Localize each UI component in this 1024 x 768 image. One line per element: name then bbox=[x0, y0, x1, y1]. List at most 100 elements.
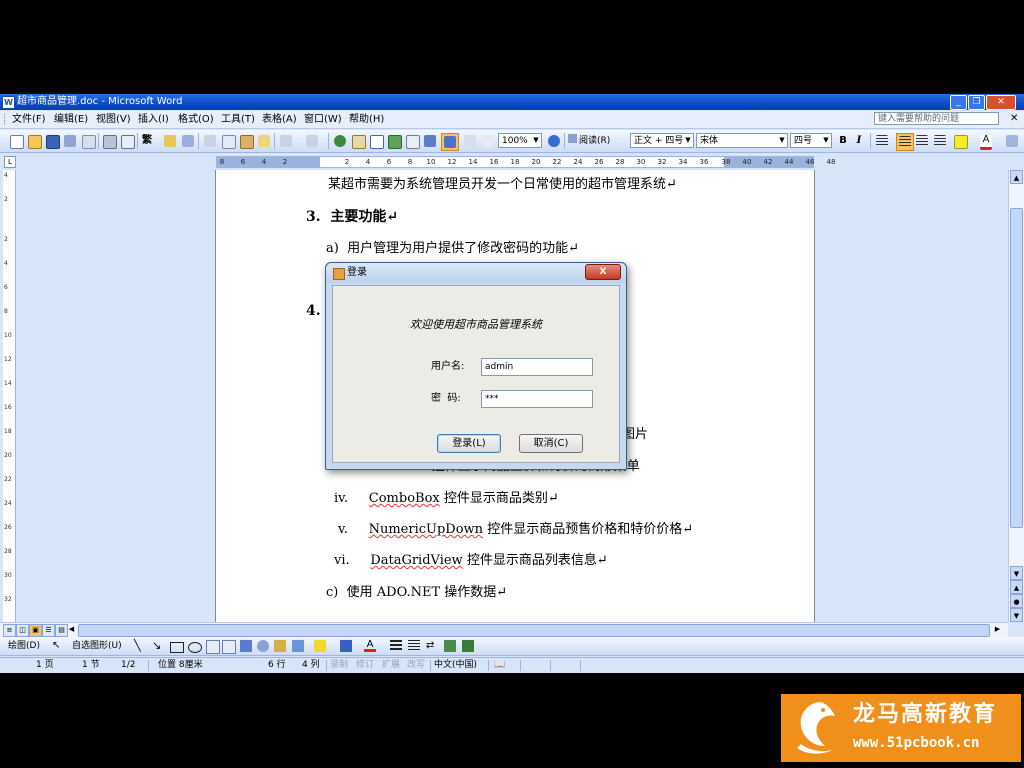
arrow-style-icon[interactable]: ⇄ bbox=[426, 640, 438, 652]
prev-page-icon[interactable]: ▲ bbox=[1010, 580, 1023, 594]
document-map-icon[interactable] bbox=[441, 133, 459, 151]
wordart-icon[interactable] bbox=[240, 640, 252, 652]
copy-icon[interactable] bbox=[220, 133, 236, 149]
browse-object-icon[interactable]: ● bbox=[1010, 594, 1023, 608]
menu-tools[interactable]: 工具(T) bbox=[221, 113, 255, 126]
help-search-input[interactable]: 键入需要帮助的问题 bbox=[874, 112, 999, 125]
restore-button[interactable]: ❐ bbox=[968, 95, 985, 110]
email-icon[interactable] bbox=[80, 133, 96, 149]
open-icon[interactable] bbox=[26, 133, 42, 149]
line-color-icon[interactable] bbox=[340, 640, 352, 652]
menu-grip[interactable] bbox=[4, 114, 7, 125]
cancel-button[interactable]: 取消(C) bbox=[519, 434, 583, 453]
3d-style-icon[interactable] bbox=[462, 640, 474, 652]
paste-icon[interactable] bbox=[238, 133, 254, 149]
menu-view[interactable]: 视图(V) bbox=[96, 113, 131, 126]
italic-button[interactable]: I bbox=[852, 133, 866, 149]
tables-borders-icon[interactable] bbox=[350, 133, 366, 149]
bullets-icon[interactable] bbox=[914, 133, 930, 149]
tab-selector[interactable]: L bbox=[4, 156, 16, 168]
chevron-down-icon[interactable]: ▼ bbox=[777, 134, 787, 147]
print-icon[interactable] bbox=[101, 133, 117, 149]
print-preview-icon[interactable] bbox=[119, 133, 135, 149]
picture-icon[interactable] bbox=[292, 640, 304, 652]
scroll-thumb[interactable] bbox=[1010, 208, 1023, 528]
toolbar-options-icon[interactable] bbox=[1004, 133, 1020, 149]
help-icon[interactable] bbox=[546, 133, 562, 149]
shadow-style-icon[interactable] bbox=[444, 640, 456, 652]
menu-help[interactable]: 帮助(H) bbox=[349, 113, 384, 126]
status-trk[interactable]: 修订 bbox=[356, 659, 374, 672]
horizontal-scroll-thumb[interactable] bbox=[78, 624, 990, 637]
undo-icon[interactable] bbox=[278, 133, 294, 149]
spelling-icon[interactable] bbox=[162, 133, 178, 149]
oval-icon[interactable] bbox=[188, 642, 202, 653]
vertical-scrollbar[interactable]: ▲ ▼ ▲ ● ▼ bbox=[1008, 170, 1024, 622]
numbering-icon[interactable] bbox=[896, 133, 914, 151]
close-button[interactable]: ✕ bbox=[986, 95, 1016, 110]
cut-icon[interactable] bbox=[202, 133, 218, 149]
document-close-icon[interactable]: ✕ bbox=[1010, 113, 1018, 124]
username-input[interactable]: admin bbox=[481, 358, 593, 376]
format-painter-icon[interactable] bbox=[256, 133, 272, 149]
diagram-icon[interactable] bbox=[257, 640, 269, 652]
font-select[interactable]: 宋体 ▼ bbox=[696, 133, 788, 148]
zoom-select[interactable]: 100% ▼ bbox=[498, 133, 542, 148]
chevron-down-icon[interactable]: ▼ bbox=[683, 134, 693, 147]
status-ext[interactable]: 扩展 bbox=[382, 659, 400, 672]
highlight-icon[interactable] bbox=[952, 133, 968, 149]
new-icon[interactable] bbox=[8, 133, 24, 149]
research-icon[interactable] bbox=[180, 133, 196, 149]
arrow-icon[interactable]: ↘ bbox=[152, 640, 164, 652]
menu-file[interactable]: 文件(F) bbox=[12, 113, 46, 126]
next-page-icon[interactable]: ▼ bbox=[1010, 608, 1023, 622]
insert-table-icon[interactable] bbox=[368, 133, 384, 149]
bold-button[interactable]: B bbox=[836, 133, 850, 149]
scroll-up-icon[interactable]: ▲ bbox=[1010, 170, 1023, 184]
spelling-status-icon[interactable]: 📖 bbox=[494, 659, 505, 672]
menu-insert[interactable]: 插入(I) bbox=[138, 113, 169, 126]
dialog-close-button[interactable]: X bbox=[585, 264, 621, 280]
dash-style-icon[interactable] bbox=[408, 640, 420, 652]
align-justify-icon[interactable] bbox=[874, 133, 890, 149]
menu-edit[interactable]: 编辑(E) bbox=[54, 113, 88, 126]
style-select[interactable]: 正文 + 四号 ▼ bbox=[630, 133, 694, 148]
columns-icon[interactable] bbox=[404, 133, 420, 149]
indent-icon[interactable] bbox=[932, 133, 948, 149]
draw-menu[interactable]: 绘图(D) bbox=[8, 640, 40, 652]
password-input[interactable]: *** bbox=[481, 390, 593, 408]
redo-icon[interactable] bbox=[304, 133, 320, 149]
normal-view-icon[interactable]: ≡ bbox=[3, 624, 16, 637]
chevron-down-icon[interactable]: ▼ bbox=[531, 134, 541, 147]
vertical-textbox-icon[interactable] bbox=[222, 640, 236, 654]
textbox-icon[interactable] bbox=[206, 640, 220, 654]
select-objects-icon[interactable]: ↖ bbox=[52, 640, 64, 652]
ruler-strip[interactable]: 8 6 4 2 2 4 6 8 10 12 14 16 18 20 22 24 … bbox=[216, 156, 835, 168]
traditional-chinese-button[interactable]: 繁 bbox=[140, 133, 154, 149]
login-button[interactable]: 登录(L) bbox=[437, 434, 501, 453]
print-view-icon[interactable]: ▣ bbox=[29, 624, 42, 637]
font-color-icon[interactable]: A bbox=[364, 640, 376, 652]
drawing-icon[interactable] bbox=[422, 133, 438, 149]
clipart-icon[interactable] bbox=[274, 640, 286, 652]
insert-excel-icon[interactable] bbox=[386, 133, 402, 149]
scroll-right-icon[interactable]: ▶ bbox=[992, 624, 1003, 635]
font-size-select[interactable]: 四号 ▼ bbox=[790, 133, 832, 148]
paragraph-mark-icon[interactable] bbox=[480, 133, 496, 149]
outline-view-icon[interactable]: ☰ bbox=[42, 624, 55, 637]
permission-icon[interactable] bbox=[62, 133, 78, 149]
hyperlink-icon[interactable] bbox=[332, 133, 348, 149]
font-color-icon[interactable]: A bbox=[978, 133, 994, 150]
status-language[interactable]: 中文(中国) bbox=[434, 659, 477, 672]
menu-format[interactable]: 格式(O) bbox=[178, 113, 214, 126]
save-icon[interactable] bbox=[44, 133, 60, 149]
web-view-icon[interactable]: ◫ bbox=[16, 624, 29, 637]
menu-table[interactable]: 表格(A) bbox=[262, 113, 297, 126]
scroll-down-icon[interactable]: ▼ bbox=[1010, 566, 1023, 580]
show-hide-icon[interactable] bbox=[462, 133, 478, 149]
autoshapes-menu[interactable]: 自选图形(U) bbox=[72, 640, 122, 652]
read-mode-button[interactable]: 阅读(R) bbox=[568, 134, 610, 148]
status-rec[interactable]: 录制 bbox=[330, 659, 348, 672]
word-doc-icon[interactable]: W bbox=[2, 96, 15, 109]
rectangle-icon[interactable] bbox=[170, 642, 184, 653]
